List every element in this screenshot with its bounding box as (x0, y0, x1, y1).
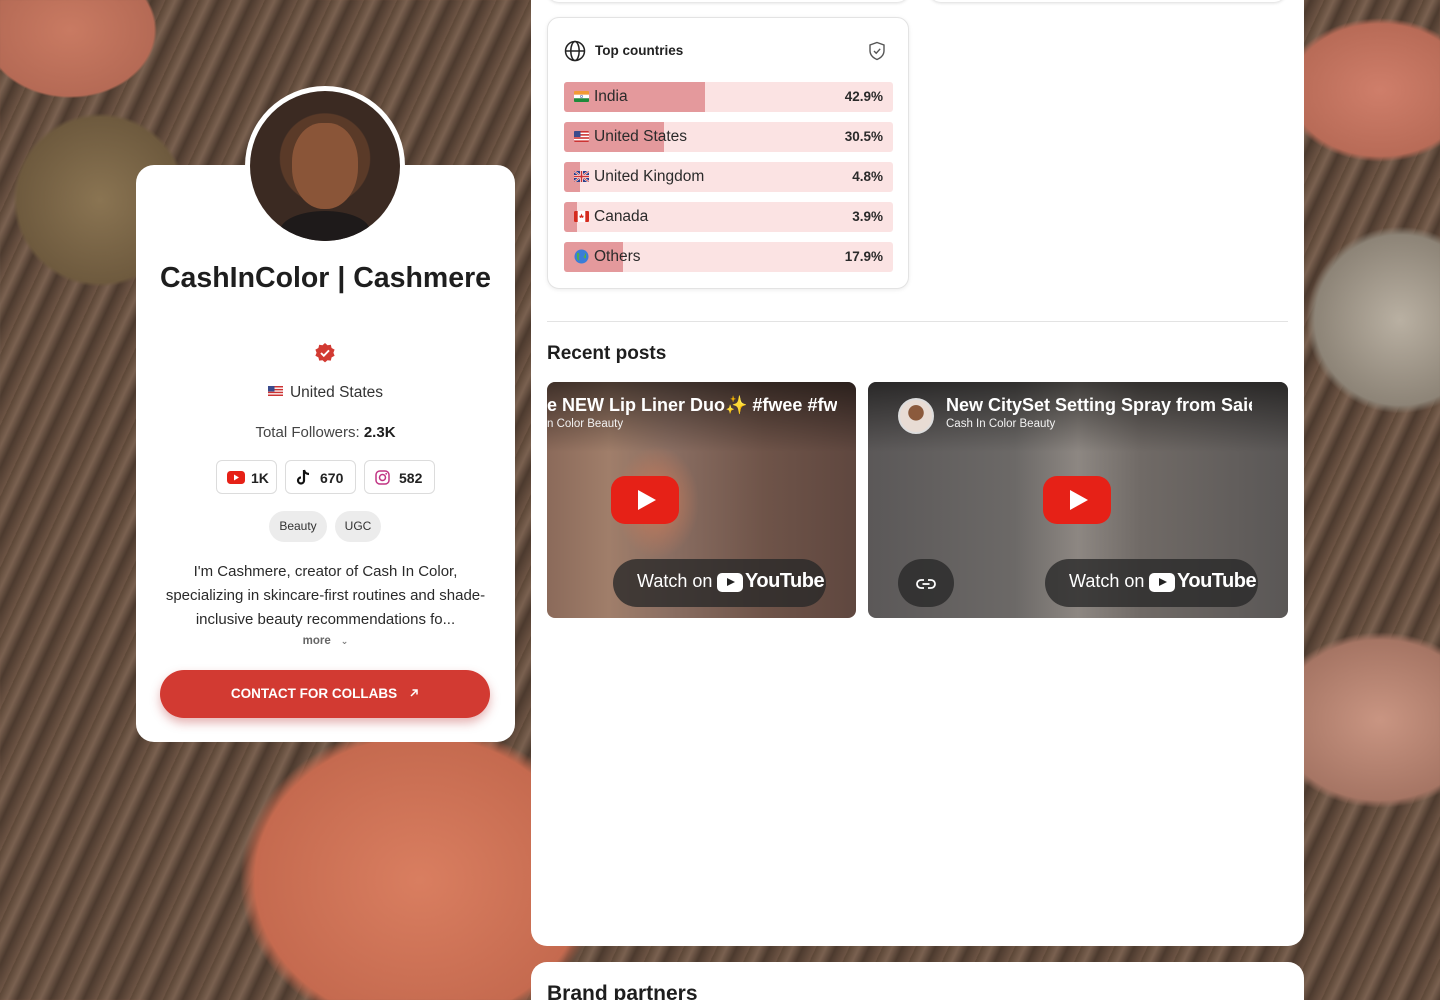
location-label: United States (289, 384, 384, 401)
us-flag-icon (267, 386, 283, 396)
globe-icon (564, 40, 586, 62)
tiktok-stat-pill[interactable]: 670 (285, 460, 356, 494)
profile-bio: I'm Cashmere, creator of Cash In Color, … (165, 563, 486, 628)
country-name: India (594, 88, 628, 105)
video-embed-2[interactable]: New CitySet Setting Spray from Saie E Ca… (868, 382, 1288, 618)
video-channel[interactable]: Cash In Color Beauty (946, 418, 1055, 430)
instagram-stat-pill[interactable]: 582 (364, 460, 435, 494)
canada-flag-icon (574, 211, 589, 222)
country-name: Others (594, 248, 641, 265)
contact-for-collabs-button[interactable]: CONTACT FOR COLLABS (160, 670, 490, 718)
country-name: United States (594, 128, 688, 145)
country-row-united-kingdom: United Kingdom 4.8% (564, 162, 893, 192)
more-toggle[interactable]: more ⌄ (136, 635, 515, 647)
recent-posts-title: Recent posts (547, 343, 667, 364)
verified-badge-icon (315, 343, 335, 363)
youtube-wordmark: YouTube (745, 570, 825, 592)
total-followers: Total Followers: 2.3K (136, 424, 515, 441)
instagram-icon (375, 470, 390, 485)
tiktok-count: 670 (320, 470, 344, 486)
youtube-wordmark: YouTube (1177, 570, 1257, 592)
video-title[interactable]: New CitySet Setting Spray from Saie E (946, 395, 1252, 416)
us-flag-icon (574, 131, 589, 142)
section-divider (547, 321, 1288, 322)
channel-avatar[interactable] (898, 398, 934, 434)
top-countries-header: Top countries (564, 40, 892, 62)
country-percent: 3.9% (852, 209, 883, 224)
country-percent: 4.8% (852, 169, 883, 184)
tag-ugc[interactable]: UGC (335, 511, 381, 542)
video-embed-1[interactable]: e NEW Lip Liner Duo✨ #fwee #fw n Color B… (547, 382, 856, 618)
followers-label: Total Followers: (255, 424, 360, 441)
contact-button-label: CONTACT FOR COLLABS (230, 686, 398, 701)
youtube-logo-icon (717, 573, 743, 592)
earth-globe-icon (574, 249, 589, 264)
watch-on-label: Watch on (637, 571, 713, 591)
more-label: more (302, 635, 331, 647)
profile-name: CashInColor | Cashmere (159, 262, 492, 294)
youtube-logo-icon (1149, 573, 1175, 592)
country-row-india: India 42.9% (564, 82, 893, 112)
youtube-stat-pill[interactable]: 1K (216, 460, 277, 494)
play-button-icon[interactable] (1043, 476, 1111, 524)
top-card-stub-left (547, 0, 909, 2)
profile-location: United States (136, 384, 515, 402)
profile-card: CashInColor | Cashmere United States Tot… (136, 165, 515, 742)
country-row-united-states: United States 30.5% (564, 122, 893, 152)
top-card-stub-right (929, 0, 1286, 2)
youtube-icon (227, 471, 245, 484)
followers-value: 2.3K (363, 424, 396, 441)
country-name: United Kingdom (594, 168, 705, 185)
shield-check-icon[interactable] (868, 41, 886, 61)
video-title[interactable]: e NEW Lip Liner Duo✨ #fwee #fw (547, 395, 837, 416)
top-countries-card: Top countries India 42.9% United States … (547, 17, 909, 289)
arrow-up-right-icon (410, 689, 418, 697)
country-percent: 17.9% (844, 249, 883, 264)
india-flag-icon (574, 91, 589, 102)
tiktok-icon (296, 469, 310, 485)
copy-link-button[interactable] (898, 559, 954, 607)
watch-on-youtube-button[interactable]: Watch on YouTube (613, 559, 826, 607)
video-channel[interactable]: n Color Beauty (547, 418, 623, 430)
country-name: Canada (594, 208, 649, 225)
instagram-count: 582 (399, 470, 423, 486)
avatar (245, 86, 405, 246)
chevron-down-icon: ⌄ (340, 636, 349, 646)
video-top-shade (547, 382, 856, 452)
link-icon (916, 579, 936, 589)
profile-photo (250, 91, 400, 241)
top-countries-title: Top countries (595, 43, 684, 58)
uk-flag-icon (574, 171, 589, 182)
watch-on-label: Watch on (1069, 571, 1145, 591)
watch-on-youtube-button[interactable]: Watch on YouTube (1045, 559, 1258, 607)
country-row-others: Others 17.9% (564, 242, 893, 272)
country-row-canada: Canada 3.9% (564, 202, 893, 232)
country-percent: 30.5% (844, 129, 883, 144)
brand-partners-title: Brand partners (547, 982, 698, 1000)
country-percent: 42.9% (844, 89, 883, 104)
brand-partners-panel: Brand partners (531, 962, 1304, 1000)
tag-beauty[interactable]: Beauty (269, 511, 327, 542)
play-button-icon[interactable] (611, 476, 679, 524)
youtube-count: 1K (251, 470, 269, 486)
